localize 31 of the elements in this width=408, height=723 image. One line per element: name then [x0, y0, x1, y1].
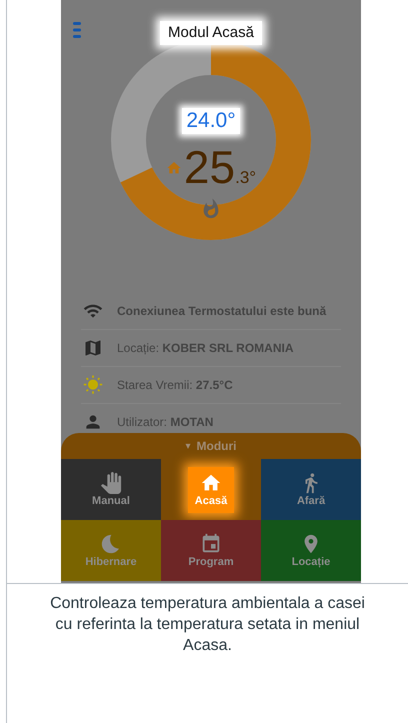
mode-tile[interactable]: Afară [261, 459, 361, 520]
screen-title: Modul Acasă [160, 21, 262, 45]
modes-title: Moduri [196, 438, 236, 455]
mode-tile[interactable]: Hibernare [61, 520, 161, 581]
mode-tile[interactable]: Acasă [161, 459, 261, 520]
mode-label: Manual [92, 494, 130, 508]
info-text: Starea Vremii: 27.5°C [117, 377, 233, 394]
info-text: Locație: KOBER SRL ROMANIA [117, 340, 294, 357]
map-icon [83, 338, 103, 358]
modes-panel-header[interactable]: ▾ Moduri [61, 433, 361, 459]
mode-tile[interactable]: Locație [261, 520, 361, 581]
hand-icon [100, 472, 122, 494]
mode-label: Hibernare [85, 554, 137, 568]
mode-label: Locație [292, 554, 330, 568]
temperature-decimal: .3° [235, 168, 256, 188]
house-icon [166, 160, 182, 176]
menu-icon[interactable] [73, 22, 81, 38]
sun-icon [83, 375, 103, 395]
moon-icon [100, 532, 122, 554]
mode-label: Program [188, 554, 234, 568]
current-temperature: 25 [184, 144, 236, 190]
caret-icon: ▾ [186, 438, 190, 454]
mode-tile[interactable]: Manual [61, 459, 161, 520]
info-text: Conexiunea Termostatului este bună [117, 302, 326, 320]
calendar-icon [200, 532, 222, 554]
caption-text: Controleaza temperatura ambientala a casei cu referinta la temperatura setata in meniul Acasa. [49, 594, 366, 656]
mode-tile[interactable]: Program [161, 520, 261, 581]
mode-label: Acasă [194, 494, 228, 508]
setpoint-temperature[interactable]: 24.0° [182, 108, 240, 134]
info-text: Utilizator: MOTAN [117, 414, 214, 431]
mode-label: Afară [296, 494, 326, 508]
